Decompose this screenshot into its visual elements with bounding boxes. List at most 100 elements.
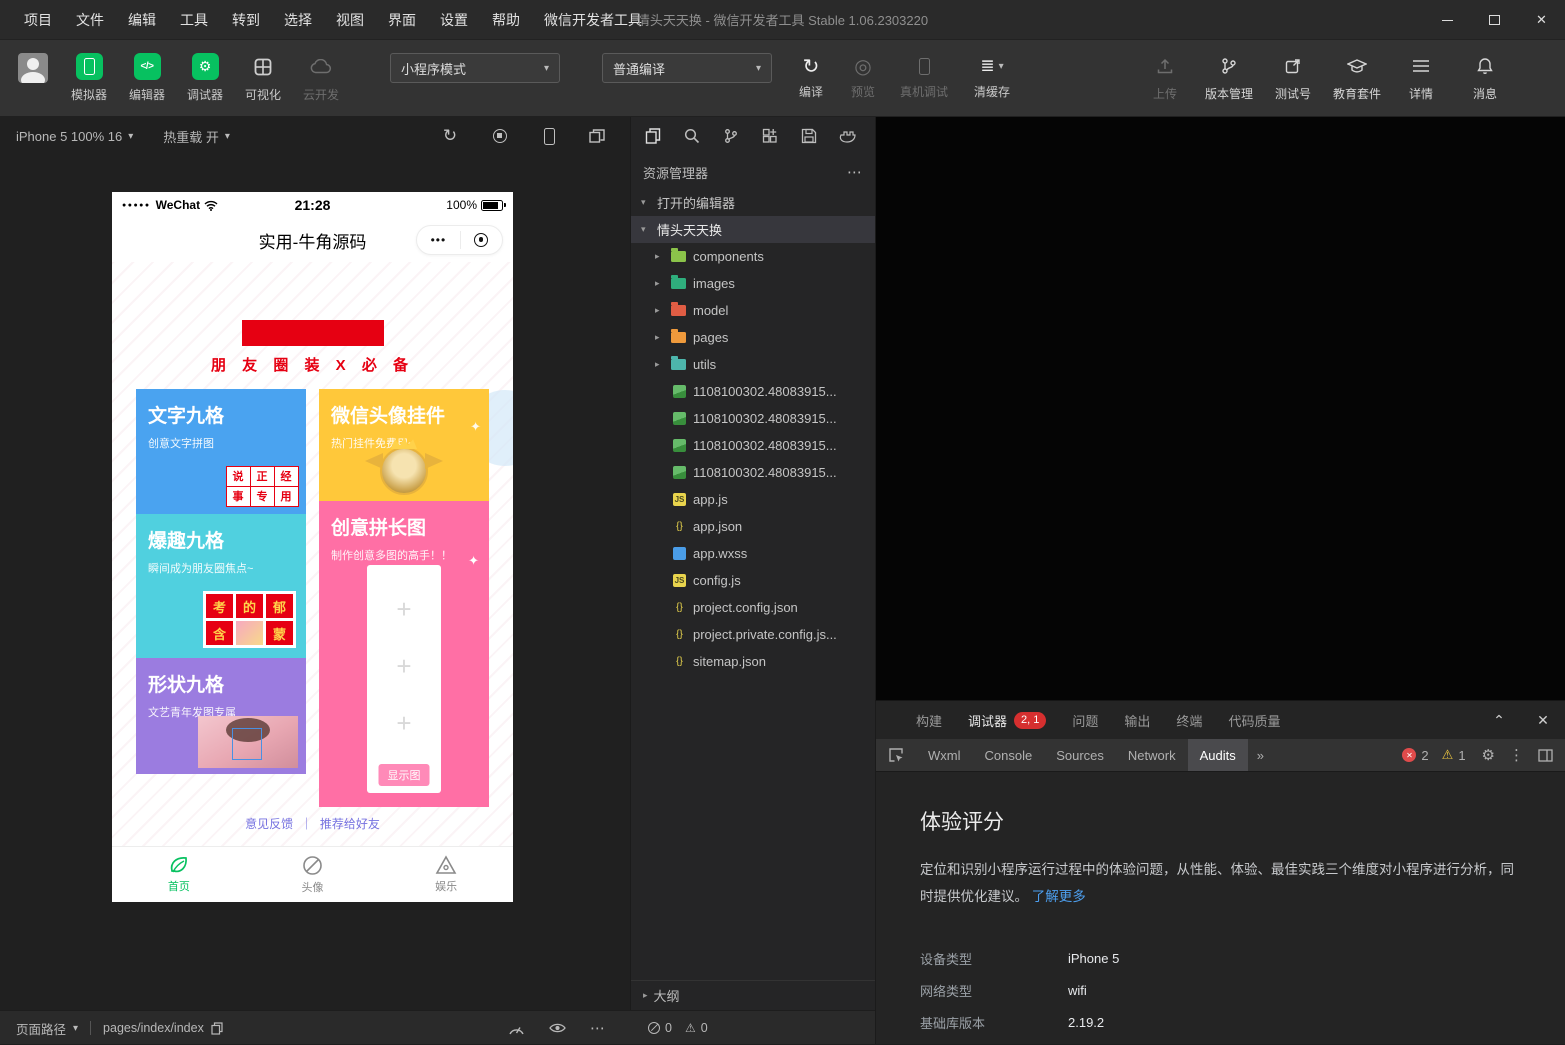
tree-file-image-4[interactable]: 1108100302.48083915...: [631, 459, 875, 486]
education-button[interactable]: 教育套件: [1325, 53, 1389, 102]
copy-path-button[interactable]: [211, 1022, 223, 1035]
avatar[interactable]: [18, 53, 48, 83]
menu-project[interactable]: 项目: [12, 0, 64, 40]
tree-open-editors[interactable]: ▾ 打开的编辑器: [631, 189, 875, 216]
tree-folder-pages[interactable]: ▸ pages: [631, 324, 875, 351]
feedback-link[interactable]: 意见反馈: [245, 817, 293, 831]
menu-goto[interactable]: 转到: [220, 0, 272, 40]
menu-file[interactable]: 文件: [64, 0, 116, 40]
mode-select[interactable]: 小程序模式 ▾: [390, 53, 560, 83]
details-button[interactable]: 详情: [1389, 53, 1453, 102]
version-control-button[interactable]: 版本管理: [1197, 53, 1261, 102]
tab-build[interactable]: 构建: [916, 711, 942, 730]
inspect-element-button[interactable]: [876, 747, 916, 763]
container-button[interactable]: [837, 125, 859, 147]
more-icon[interactable]: •••: [431, 233, 447, 247]
tree-file-app-wxss[interactable]: app.wxss: [631, 540, 875, 567]
tree-folder-components[interactable]: ▸ components: [631, 243, 875, 270]
test-account-button[interactable]: 测试号: [1261, 53, 1325, 102]
multi-window-button[interactable]: [585, 124, 609, 148]
outline-section[interactable]: ▸ 大纲: [631, 980, 875, 1010]
visualize-button[interactable]: 可视化: [234, 53, 292, 103]
tree-file-app-json[interactable]: {} app.json: [631, 513, 875, 540]
tree-file-image-1[interactable]: 1108100302.48083915...: [631, 378, 875, 405]
search-button[interactable]: [681, 125, 703, 147]
page-path-group[interactable]: 页面路径 ▾ pages/index/index: [16, 1011, 223, 1045]
menu-tools[interactable]: 工具: [168, 0, 220, 40]
devtab-wxml[interactable]: Wxml: [916, 739, 973, 771]
extensions-button[interactable]: [759, 125, 781, 147]
tree-folder-images[interactable]: ▸ images: [631, 270, 875, 297]
devtab-audits[interactable]: Audits: [1188, 739, 1248, 771]
device-select[interactable]: iPhone 5 100% 16 ▾: [16, 129, 133, 144]
maximize-button[interactable]: [1471, 0, 1518, 40]
tab-avatar[interactable]: 头像: [246, 847, 380, 902]
tab-home[interactable]: 首页: [112, 847, 246, 902]
more-status-button[interactable]: ⋯: [590, 1019, 606, 1037]
card-long-image[interactable]: ✦ 创意拼长图 制作创意多图的高手！！ + + + 显示图: [319, 501, 489, 807]
hot-reload-toggle[interactable]: 热重载 开 ▾: [163, 127, 230, 146]
performance-button[interactable]: [508, 1022, 525, 1035]
learn-more-link[interactable]: 了解更多: [1032, 889, 1086, 904]
device-frame-button[interactable]: [537, 124, 561, 148]
compile-mode-select[interactable]: 普通编译 ▾: [602, 53, 772, 83]
menu-help[interactable]: 帮助: [480, 0, 532, 40]
devtab-sources[interactable]: Sources: [1044, 739, 1116, 771]
devtools-menu-button[interactable]: ⋮: [1509, 746, 1524, 764]
card-avatar-pendant[interactable]: ✦ 微信头像挂件 热门挂件免费用~: [319, 389, 489, 501]
menu-devtools[interactable]: 微信开发者工具: [532, 0, 654, 40]
simulator-button[interactable]: 模拟器: [60, 53, 118, 103]
tree-project-root[interactable]: ▾ 情头天天换: [631, 216, 875, 243]
tree-file-config-js[interactable]: JS config.js: [631, 567, 875, 594]
tree-file-sitemap[interactable]: {} sitemap.json: [631, 648, 875, 675]
menu-view[interactable]: 视图: [324, 0, 376, 40]
tree-file-image-2[interactable]: 1108100302.48083915...: [631, 405, 875, 432]
problems-summary[interactable]: 0 ⚠ 0: [648, 1011, 708, 1045]
menu-edit[interactable]: 编辑: [116, 0, 168, 40]
devtools-settings-button[interactable]: ⚙: [1482, 746, 1495, 764]
tab-output[interactable]: 输出: [1124, 711, 1150, 730]
more-actions-icon[interactable]: ⋯: [847, 163, 863, 181]
messages-button[interactable]: 消息: [1453, 53, 1517, 102]
tree-file-app-js[interactable]: JS app.js: [631, 486, 875, 513]
dock-side-button[interactable]: [1538, 749, 1553, 762]
tab-terminal[interactable]: 终端: [1176, 711, 1202, 730]
compile-button[interactable]: ↻ 编译: [788, 53, 834, 100]
share-link[interactable]: 推荐给好友: [320, 817, 380, 831]
tab-code-quality[interactable]: 代码质量: [1228, 711, 1280, 730]
visibility-button[interactable]: [549, 1022, 566, 1034]
save-all-button[interactable]: [798, 125, 820, 147]
tab-fun[interactable]: 娱乐: [379, 847, 513, 902]
debugger-button[interactable]: ⚙ 调试器: [176, 53, 234, 103]
tree-file-project-config[interactable]: {} project.config.json: [631, 594, 875, 621]
minimize-button[interactable]: [1424, 0, 1471, 40]
restart-button[interactable]: ↻: [438, 124, 462, 148]
tree-file-project-private-config[interactable]: {} project.private.config.js...: [631, 621, 875, 648]
source-control-button[interactable]: [720, 125, 742, 147]
devtab-network[interactable]: Network: [1116, 739, 1188, 771]
files-button[interactable]: [642, 125, 664, 147]
console-counts[interactable]: ✕ 2 ⚠ 1: [1402, 747, 1465, 763]
record-icon[interactable]: [474, 233, 488, 247]
more-tabs-button[interactable]: »: [1248, 748, 1273, 763]
tree-file-image-3[interactable]: 1108100302.48083915...: [631, 432, 875, 459]
menu-settings[interactable]: 设置: [428, 0, 480, 40]
editor-button[interactable]: </> 编辑器: [118, 53, 176, 103]
stop-button[interactable]: [488, 124, 512, 148]
menu-interface[interactable]: 界面: [376, 0, 428, 40]
menu-select[interactable]: 选择: [272, 0, 324, 40]
editor-area[interactable]: [875, 117, 1565, 700]
tree-folder-model[interactable]: ▸ model: [631, 297, 875, 324]
collapse-panel-button[interactable]: ⌃: [1477, 712, 1521, 729]
devtab-console[interactable]: Console: [973, 739, 1045, 771]
close-button[interactable]: ✕: [1518, 0, 1565, 40]
tab-debugger[interactable]: 调试器 2, 1: [968, 711, 1046, 730]
tab-problems[interactable]: 问题: [1072, 711, 1098, 730]
tree-folder-utils[interactable]: ▸ utils: [631, 351, 875, 378]
card-shape-nine-grid[interactable]: 形状九格 文艺青年发图专属: [136, 658, 306, 774]
clear-cache-button[interactable]: ≣▾ 清缓存: [962, 53, 1022, 100]
card-text-nine-grid[interactable]: 文字九格 创意文字拼图 说正经 事专用: [136, 389, 306, 514]
banner[interactable]: 朋 友 圈 装 X 必 备: [112, 320, 513, 375]
card-fun-nine-grid[interactable]: 爆趣九格 瞬间成为朋友圈焦点~ 考的郁 含蒙: [136, 514, 306, 658]
close-panel-button[interactable]: ✕: [1521, 712, 1565, 729]
